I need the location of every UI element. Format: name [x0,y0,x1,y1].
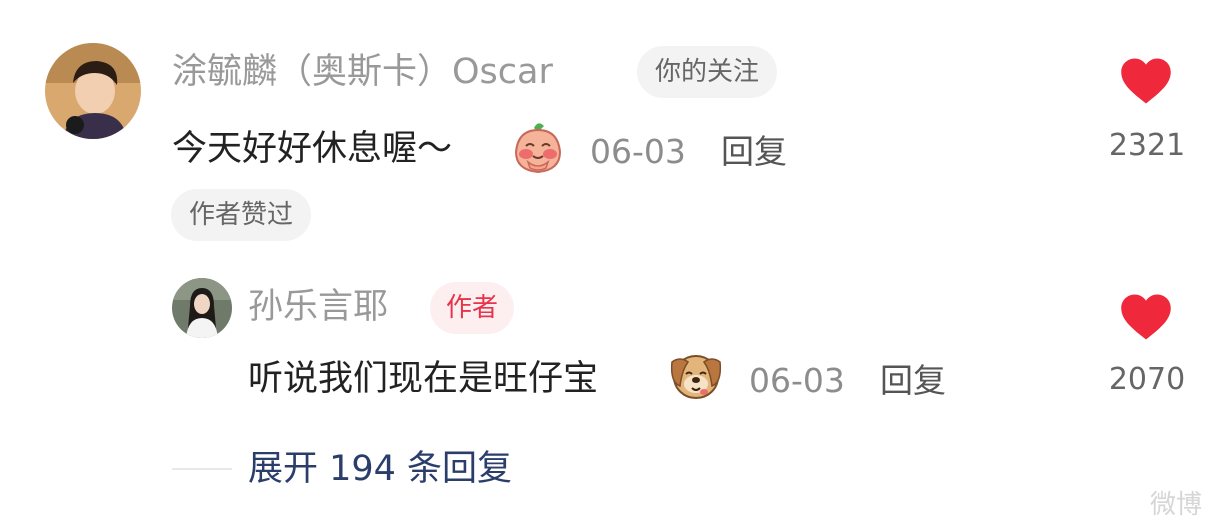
comment-like-count: 2321 [1108,128,1186,163]
heart-shape [1121,294,1171,340]
watermark-text: 微博 [1150,490,1203,520]
peach-sticker-icon [512,120,564,174]
author-badge: 作者 [430,282,515,334]
comment-date: 06-03 [590,132,686,171]
replier-avatar[interactable] [172,278,232,338]
reply-text: 听说我们现在是旺仔宝 [248,359,599,399]
expand-divider [172,468,232,470]
follow-badge: 你的关注 [637,46,778,98]
reply-date: 06-03 [749,361,845,400]
comment-reply-button[interactable]: 回复 [721,135,787,168]
reply-like-count: 2070 [1108,362,1186,397]
heart-shape [1121,58,1171,104]
comment-like-heart-icon[interactable] [1119,56,1173,106]
expand-replies-button[interactable]: 展开 194 条回复 [248,452,512,487]
puppy-sticker-icon [668,348,724,402]
author-liked-badge: 作者赞过 [171,189,312,241]
reply-like-heart-icon[interactable] [1119,292,1173,342]
reply-reply-button[interactable]: 回复 [880,364,946,397]
commenter-username[interactable]: 涂毓麟（奥斯卡）Oscar [172,55,553,90]
comment-text: 今天好好休息喔～ [172,129,453,169]
replier-username[interactable]: 孙乐言耶 [248,290,388,325]
commenter-avatar[interactable] [45,43,141,139]
